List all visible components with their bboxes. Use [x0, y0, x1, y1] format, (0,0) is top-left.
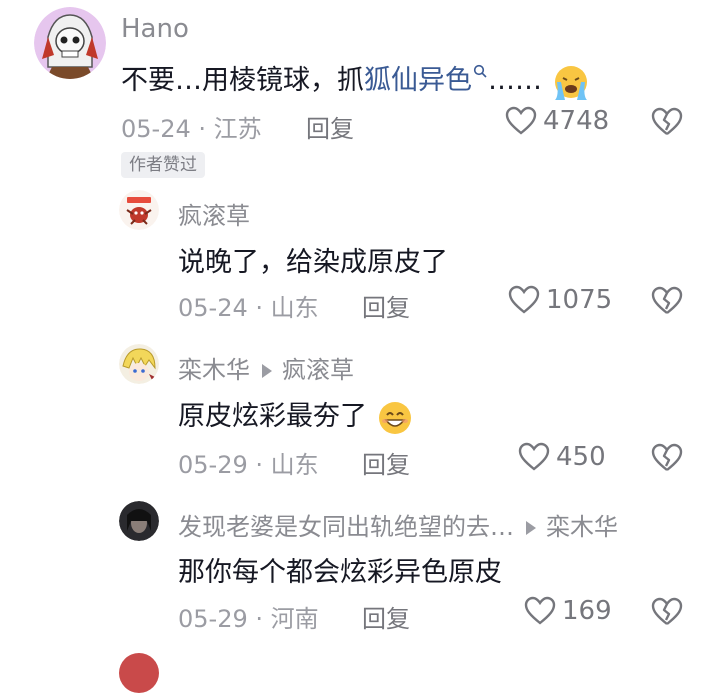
reply-author[interactable]: 发现老婆是女同出轨绝望的去…: [178, 513, 514, 541]
reply-to-user[interactable]: 栾木华: [546, 513, 618, 541]
reply-button[interactable]: 回复: [362, 445, 410, 480]
reply-arrow-icon: [262, 364, 272, 378]
broken-heart-icon: [651, 443, 683, 471]
avatar[interactable]: [34, 7, 106, 79]
like-count: 4748: [543, 106, 610, 136]
reply-date: 05-24: [178, 294, 248, 322]
reply-text: 原皮炫彩最夯了: [178, 394, 414, 436]
reply-button[interactable]: 回复: [306, 109, 354, 144]
comment-username[interactable]: Hano: [121, 14, 189, 44]
reply-button[interactable]: 回复: [362, 288, 410, 323]
avatar[interactable]: [119, 190, 159, 230]
heart-outline-icon: [505, 106, 537, 135]
comment-date: 05-24: [121, 115, 191, 143]
crying-emoji-icon: [554, 65, 587, 100]
reply-button[interactable]: 回复: [362, 599, 410, 634]
grinning-emoji-icon: [378, 401, 411, 434]
comment-link[interactable]: 狐仙异色: [364, 64, 488, 96]
author-liked-badge: 作者赞过: [121, 152, 205, 178]
reply-meta: 05-24 · 山东: [178, 294, 319, 322]
broken-heart-icon: [651, 597, 683, 625]
reply-arrow-icon: [526, 521, 536, 535]
reply-meta: 05-29 · 河南: [178, 605, 319, 633]
comment-meta: 05-24 · 江苏: [121, 115, 262, 143]
like-count: 169: [562, 596, 612, 626]
comment-location: 江苏: [213, 115, 262, 143]
like-count: 450: [556, 442, 606, 472]
heart-outline-icon: [508, 285, 540, 314]
comment-text: 不要…用棱镜球，抓狐仙异色 ……: [121, 58, 591, 100]
dislike-button[interactable]: [651, 443, 683, 477]
reply-location: 河南: [270, 605, 319, 633]
reply-to-user[interactable]: 疯滚草: [282, 356, 354, 384]
avatar[interactable]: [119, 344, 159, 384]
reply-text: 那你每个都会炫彩异色原皮: [178, 557, 502, 588]
reply-text-content: 原皮炫彩最夯了: [178, 401, 367, 432]
reply-author[interactable]: 栾木华: [178, 356, 250, 384]
search-icon: [473, 64, 487, 78]
reply-date: 05-29: [178, 451, 248, 479]
avatar[interactable]: [119, 501, 159, 541]
reply-meta: 05-29 · 山东: [178, 451, 319, 479]
dislike-button[interactable]: [651, 107, 683, 141]
reply-location: 山东: [270, 451, 319, 479]
like-button[interactable]: 169: [524, 596, 612, 626]
comment-text-part: ……: [488, 65, 542, 96]
like-button[interactable]: 4748: [505, 106, 609, 136]
broken-heart-icon: [651, 107, 683, 135]
heart-outline-icon: [518, 442, 550, 471]
broken-heart-icon: [651, 286, 683, 314]
reply-username: 发现老婆是女同出轨绝望的去… 栾木华: [178, 507, 618, 542]
reply-text: 说晚了，给染成原皮了: [178, 247, 448, 278]
reply-location: 山东: [270, 294, 319, 322]
dislike-button[interactable]: [651, 286, 683, 320]
avatar[interactable]: [119, 653, 159, 693]
heart-outline-icon: [524, 596, 556, 625]
like-button[interactable]: 1075: [508, 285, 612, 315]
like-count: 1075: [546, 285, 613, 315]
comment-link-text[interactable]: 狐仙异色: [364, 65, 472, 96]
reply-date: 05-29: [178, 605, 248, 633]
reply-username[interactable]: 疯滚草: [178, 196, 250, 231]
like-button[interactable]: 450: [518, 442, 606, 472]
comment-text-part: 不要…用棱镜球，抓: [121, 65, 364, 96]
reply-username: 栾木华 疯滚草: [178, 350, 354, 385]
dislike-button[interactable]: [651, 597, 683, 631]
